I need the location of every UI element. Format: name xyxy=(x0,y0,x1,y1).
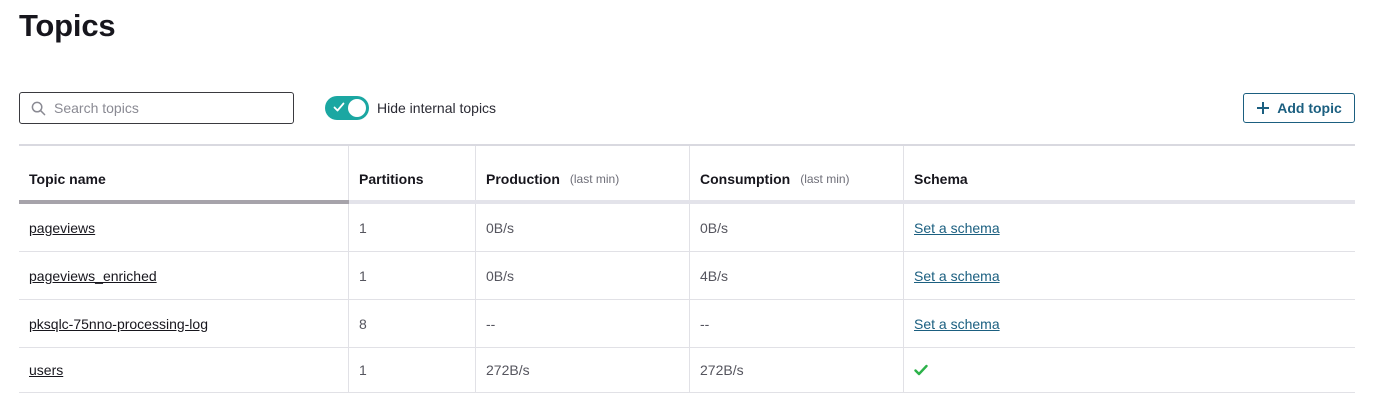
production-cell: -- xyxy=(476,300,690,347)
search-icon xyxy=(31,101,46,115)
header-production[interactable]: Production (last min) xyxy=(476,146,690,200)
header-production-sub: (last min) xyxy=(569,172,620,186)
header-consumption[interactable]: Consumption (last min) xyxy=(690,146,904,200)
table-header-row: Topic name Partitions Production (last m… xyxy=(19,146,1355,200)
hide-internal-toggle-group: Hide internal topics xyxy=(325,96,496,120)
set-schema-link[interactable]: Set a schema xyxy=(914,316,1000,332)
hide-internal-toggle[interactable] xyxy=(325,96,369,120)
topic-link[interactable]: users xyxy=(29,362,63,378)
table-row: users 1 272B/s 272B/s xyxy=(19,348,1355,393)
header-partitions[interactable]: Partitions xyxy=(349,146,476,200)
add-topic-label: Add topic xyxy=(1277,100,1342,116)
consumption-cell: 4B/s xyxy=(690,252,904,299)
check-icon xyxy=(914,364,928,376)
partitions-cell: 1 xyxy=(349,348,476,392)
set-schema-link[interactable]: Set a schema xyxy=(914,220,1000,236)
plus-icon xyxy=(1257,102,1270,114)
partitions-cell: 1 xyxy=(349,204,476,251)
page-title: Topics xyxy=(19,8,116,43)
set-schema-link[interactable]: Set a schema xyxy=(914,268,1000,284)
toggle-knob xyxy=(348,99,366,117)
consumption-cell: 272B/s xyxy=(690,348,904,392)
topic-link[interactable]: pksqlc-75nno-processing-log xyxy=(29,316,208,332)
header-consumption-sub: (last min) xyxy=(800,172,850,186)
table-row: pageviews_enriched 1 0B/s 4B/s Set a sch… xyxy=(19,252,1355,300)
partitions-cell: 8 xyxy=(349,300,476,347)
header-schema[interactable]: Schema xyxy=(904,146,1355,200)
topics-table: Topic name Partitions Production (last m… xyxy=(19,144,1355,393)
topics-page: Topics Hide internal topics Add topic To… xyxy=(0,0,1376,405)
table-row: pageviews 1 0B/s 0B/s Set a schema xyxy=(19,204,1355,252)
production-cell: 0B/s xyxy=(476,204,690,251)
partitions-cell: 1 xyxy=(349,252,476,299)
consumption-cell: 0B/s xyxy=(690,204,904,251)
consumption-cell: -- xyxy=(690,300,904,347)
search-box[interactable] xyxy=(19,92,294,124)
table-row: pksqlc-75nno-processing-log 8 -- -- Set … xyxy=(19,300,1355,348)
topic-link[interactable]: pageviews_enriched xyxy=(29,268,157,284)
check-icon xyxy=(333,102,345,112)
header-topic-name[interactable]: Topic name xyxy=(19,146,349,200)
add-topic-button[interactable]: Add topic xyxy=(1243,93,1355,123)
search-input[interactable] xyxy=(54,100,274,116)
toggle-label: Hide internal topics xyxy=(377,100,497,116)
topic-link[interactable]: pageviews xyxy=(29,220,95,236)
production-cell: 0B/s xyxy=(476,252,690,299)
production-cell: 272B/s xyxy=(476,348,690,392)
